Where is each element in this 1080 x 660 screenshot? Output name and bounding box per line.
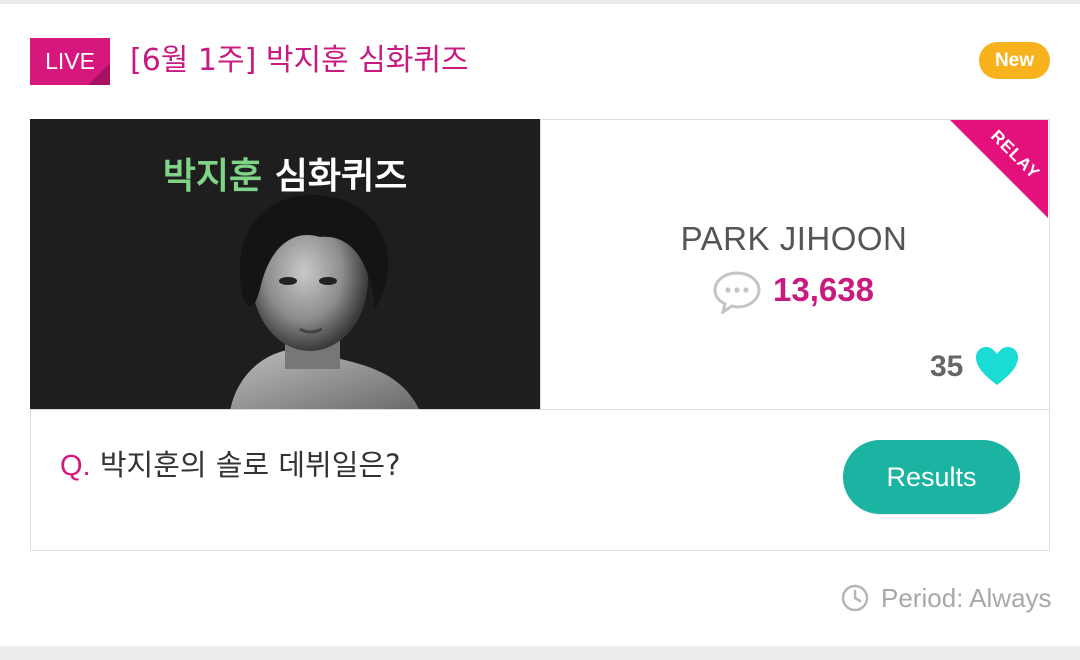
period-label: Period: Always xyxy=(881,583,1052,613)
card-vertical-divider xyxy=(540,119,541,410)
question-text: 박지훈의 솔로 데뷔일은? xyxy=(99,448,401,482)
quiz-title[interactable]: [6월 1주] 박지훈 심화퀴즈 xyxy=(130,40,469,82)
new-badge: New xyxy=(979,42,1050,79)
artist-portrait xyxy=(230,194,420,410)
artist-name: PARK JIHOON xyxy=(680,220,908,257)
top-separator xyxy=(0,0,1080,4)
comment-count: 13,638 xyxy=(773,271,874,308)
live-badge-label: LIVE xyxy=(45,48,95,74)
card-divider xyxy=(30,409,1049,410)
quiz-thumbnail[interactable]: 박지훈 심화퀴즈 xyxy=(30,119,540,410)
results-button[interactable]: Results xyxy=(843,440,1020,514)
like-count: 35 xyxy=(930,350,964,383)
comment-icon xyxy=(713,271,761,314)
live-badge: LIVE xyxy=(30,38,110,85)
heart-icon[interactable] xyxy=(974,345,1020,387)
quiz-question[interactable]: Q. 박지훈의 솔로 데뷔일은? xyxy=(60,442,400,484)
question-prefix: Q. xyxy=(60,450,91,482)
clock-icon xyxy=(841,584,869,612)
bottom-separator xyxy=(0,646,1080,660)
